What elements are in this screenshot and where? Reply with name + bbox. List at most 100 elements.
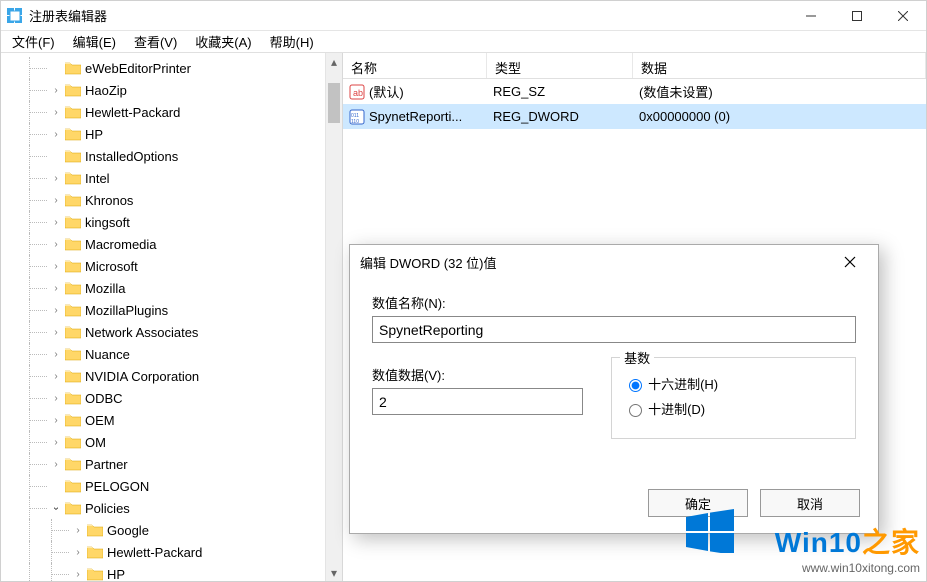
tree-item[interactable]: › Network Associates [1, 321, 342, 343]
folder-icon [65, 435, 81, 449]
radio-hex[interactable]: 十六进制(H) [624, 374, 843, 393]
tree-item[interactable]: ›Hewlett-Packard [1, 541, 342, 563]
radio-hex-input[interactable] [629, 379, 642, 392]
chevron-right-icon[interactable]: › [73, 525, 83, 536]
chevron-right-icon[interactable]: › [73, 569, 83, 580]
tree-item[interactable]: › Nuance [1, 343, 342, 365]
chevron-right-icon[interactable]: › [51, 327, 61, 338]
reg-dword-icon: 011110 [349, 109, 365, 125]
chevron-right-icon[interactable]: › [73, 547, 83, 558]
tree-item[interactable]: ›ODBC [1, 387, 342, 409]
menu-favorites[interactable]: 收藏夹(A) [186, 30, 260, 53]
value-data-input[interactable] [372, 388, 583, 415]
chevron-right-icon[interactable]: › [51, 415, 61, 426]
tree-item[interactable]: ›NVIDIA Corporation [1, 365, 342, 387]
tree-item[interactable]: ›eWebEditorPrinter [1, 57, 342, 79]
tree-item[interactable]: ›OM [1, 431, 342, 453]
tree-item[interactable]: ›HaoZip [1, 79, 342, 101]
registry-editor-window: 注册表编辑器 文件(F) 编辑(E) 查看(V) 收藏夹(A) 帮助(H) ›e… [0, 0, 927, 582]
tree-item[interactable]: ›HP [1, 563, 342, 581]
tree-item-label: Nuance [85, 347, 130, 362]
dialog-title: 编辑 DWORD (32 位)值 [360, 253, 497, 272]
maximize-button[interactable] [834, 1, 880, 31]
scroll-up-icon[interactable]: ▴ [326, 53, 342, 70]
tree-scrollbar[interactable]: ▴ ▾ [325, 53, 342, 581]
radio-dec[interactable]: 十进制(D) [624, 399, 843, 418]
folder-icon [65, 391, 81, 405]
value-data-label: 数值数据(V): [372, 365, 583, 384]
folder-icon [65, 83, 81, 97]
chevron-right-icon[interactable]: › [51, 173, 61, 184]
tree-item[interactable]: ›OEM [1, 409, 342, 431]
registry-tree[interactable]: ›eWebEditorPrinter›HaoZip›Hewlett-Packar… [1, 53, 342, 581]
scroll-thumb[interactable] [328, 83, 340, 123]
list-row[interactable]: ab(默认)REG_SZ(数值未设置) [343, 79, 926, 104]
base-legend: 基数 [620, 348, 654, 367]
folder-icon [65, 237, 81, 251]
folder-icon [65, 457, 81, 471]
close-button[interactable] [880, 1, 926, 31]
folder-icon [65, 105, 81, 119]
tree-item[interactable]: ›Intel [1, 167, 342, 189]
tree-item[interactable]: ›Khronos [1, 189, 342, 211]
tree-item[interactable]: ›InstalledOptions [1, 145, 342, 167]
menu-file[interactable]: 文件(F) [3, 30, 64, 53]
chevron-right-icon[interactable]: › [51, 195, 61, 206]
chevron-right-icon[interactable]: › [51, 305, 61, 316]
tree-item-label: Microsoft [85, 259, 138, 274]
chevron-right-icon[interactable]: › [51, 437, 61, 448]
chevron-down-icon[interactable]: › [51, 503, 62, 513]
chevron-right-icon[interactable]: › [51, 217, 61, 228]
chevron-right-icon[interactable]: › [51, 129, 61, 140]
col-type[interactable]: 类型 [487, 53, 633, 78]
tree-item[interactable]: ›Macromedia [1, 233, 342, 255]
chevron-right-icon[interactable]: › [51, 393, 61, 404]
chevron-right-icon[interactable]: › [51, 107, 61, 118]
radio-dec-input[interactable] [629, 404, 642, 417]
menu-view[interactable]: 查看(V) [125, 30, 186, 53]
chevron-right-icon[interactable]: › [51, 239, 61, 250]
chevron-right-icon[interactable]: › [51, 85, 61, 96]
svg-text:ab: ab [353, 88, 363, 98]
tree-item[interactable]: ›Mozilla [1, 277, 342, 299]
chevron-right-icon[interactable]: › [51, 349, 61, 360]
col-name[interactable]: 名称 [343, 53, 487, 78]
tree-item[interactable]: › Hewlett-Packard [1, 101, 342, 123]
folder-icon [65, 61, 81, 75]
registry-tree-pane: ›eWebEditorPrinter›HaoZip›Hewlett-Packar… [1, 53, 343, 581]
folder-icon [65, 325, 81, 339]
tree-item[interactable]: › Microsoft [1, 255, 342, 277]
tree-item[interactable]: ›Google [1, 519, 342, 541]
folder-icon [65, 369, 81, 383]
tree-item-label: kingsoft [85, 215, 130, 230]
tree-item[interactable]: ›Partner [1, 453, 342, 475]
list-header: 名称 类型 数据 [343, 53, 926, 79]
minimize-button[interactable] [788, 1, 834, 31]
tree-item[interactable]: ›PELOGON [1, 475, 342, 497]
tree-item-label: PELOGON [85, 479, 149, 494]
tree-item[interactable]: › kingsoft [1, 211, 342, 233]
dialog-close-button[interactable] [832, 248, 868, 276]
menu-edit[interactable]: 编辑(E) [64, 30, 125, 53]
folder-icon [65, 347, 81, 361]
cancel-button[interactable]: 取消 [760, 489, 860, 517]
tree-item[interactable]: ›Policies [1, 497, 342, 519]
tree-item-label: Hewlett-Packard [85, 105, 180, 120]
value-name-label: 数值名称(N): [372, 293, 856, 312]
chevron-right-icon[interactable]: › [51, 261, 61, 272]
tree-item[interactable]: ›HP [1, 123, 342, 145]
folder-icon [65, 215, 81, 229]
chevron-right-icon[interactable]: › [51, 459, 61, 470]
tree-item-label: Network Associates [85, 325, 198, 340]
col-data[interactable]: 数据 [633, 53, 926, 78]
chevron-right-icon[interactable]: › [51, 371, 61, 382]
folder-icon [65, 413, 81, 427]
tree-item[interactable]: ›MozillaPlugins [1, 299, 342, 321]
scroll-down-icon[interactable]: ▾ [326, 564, 342, 581]
folder-icon [65, 171, 81, 185]
value-name-input[interactable] [372, 316, 856, 343]
titlebar: 注册表编辑器 [1, 1, 926, 31]
list-row[interactable]: 011110SpynetReporti...REG_DWORD0x0000000… [343, 104, 926, 129]
chevron-right-icon[interactable]: › [51, 283, 61, 294]
menu-help[interactable]: 帮助(H) [261, 30, 323, 53]
